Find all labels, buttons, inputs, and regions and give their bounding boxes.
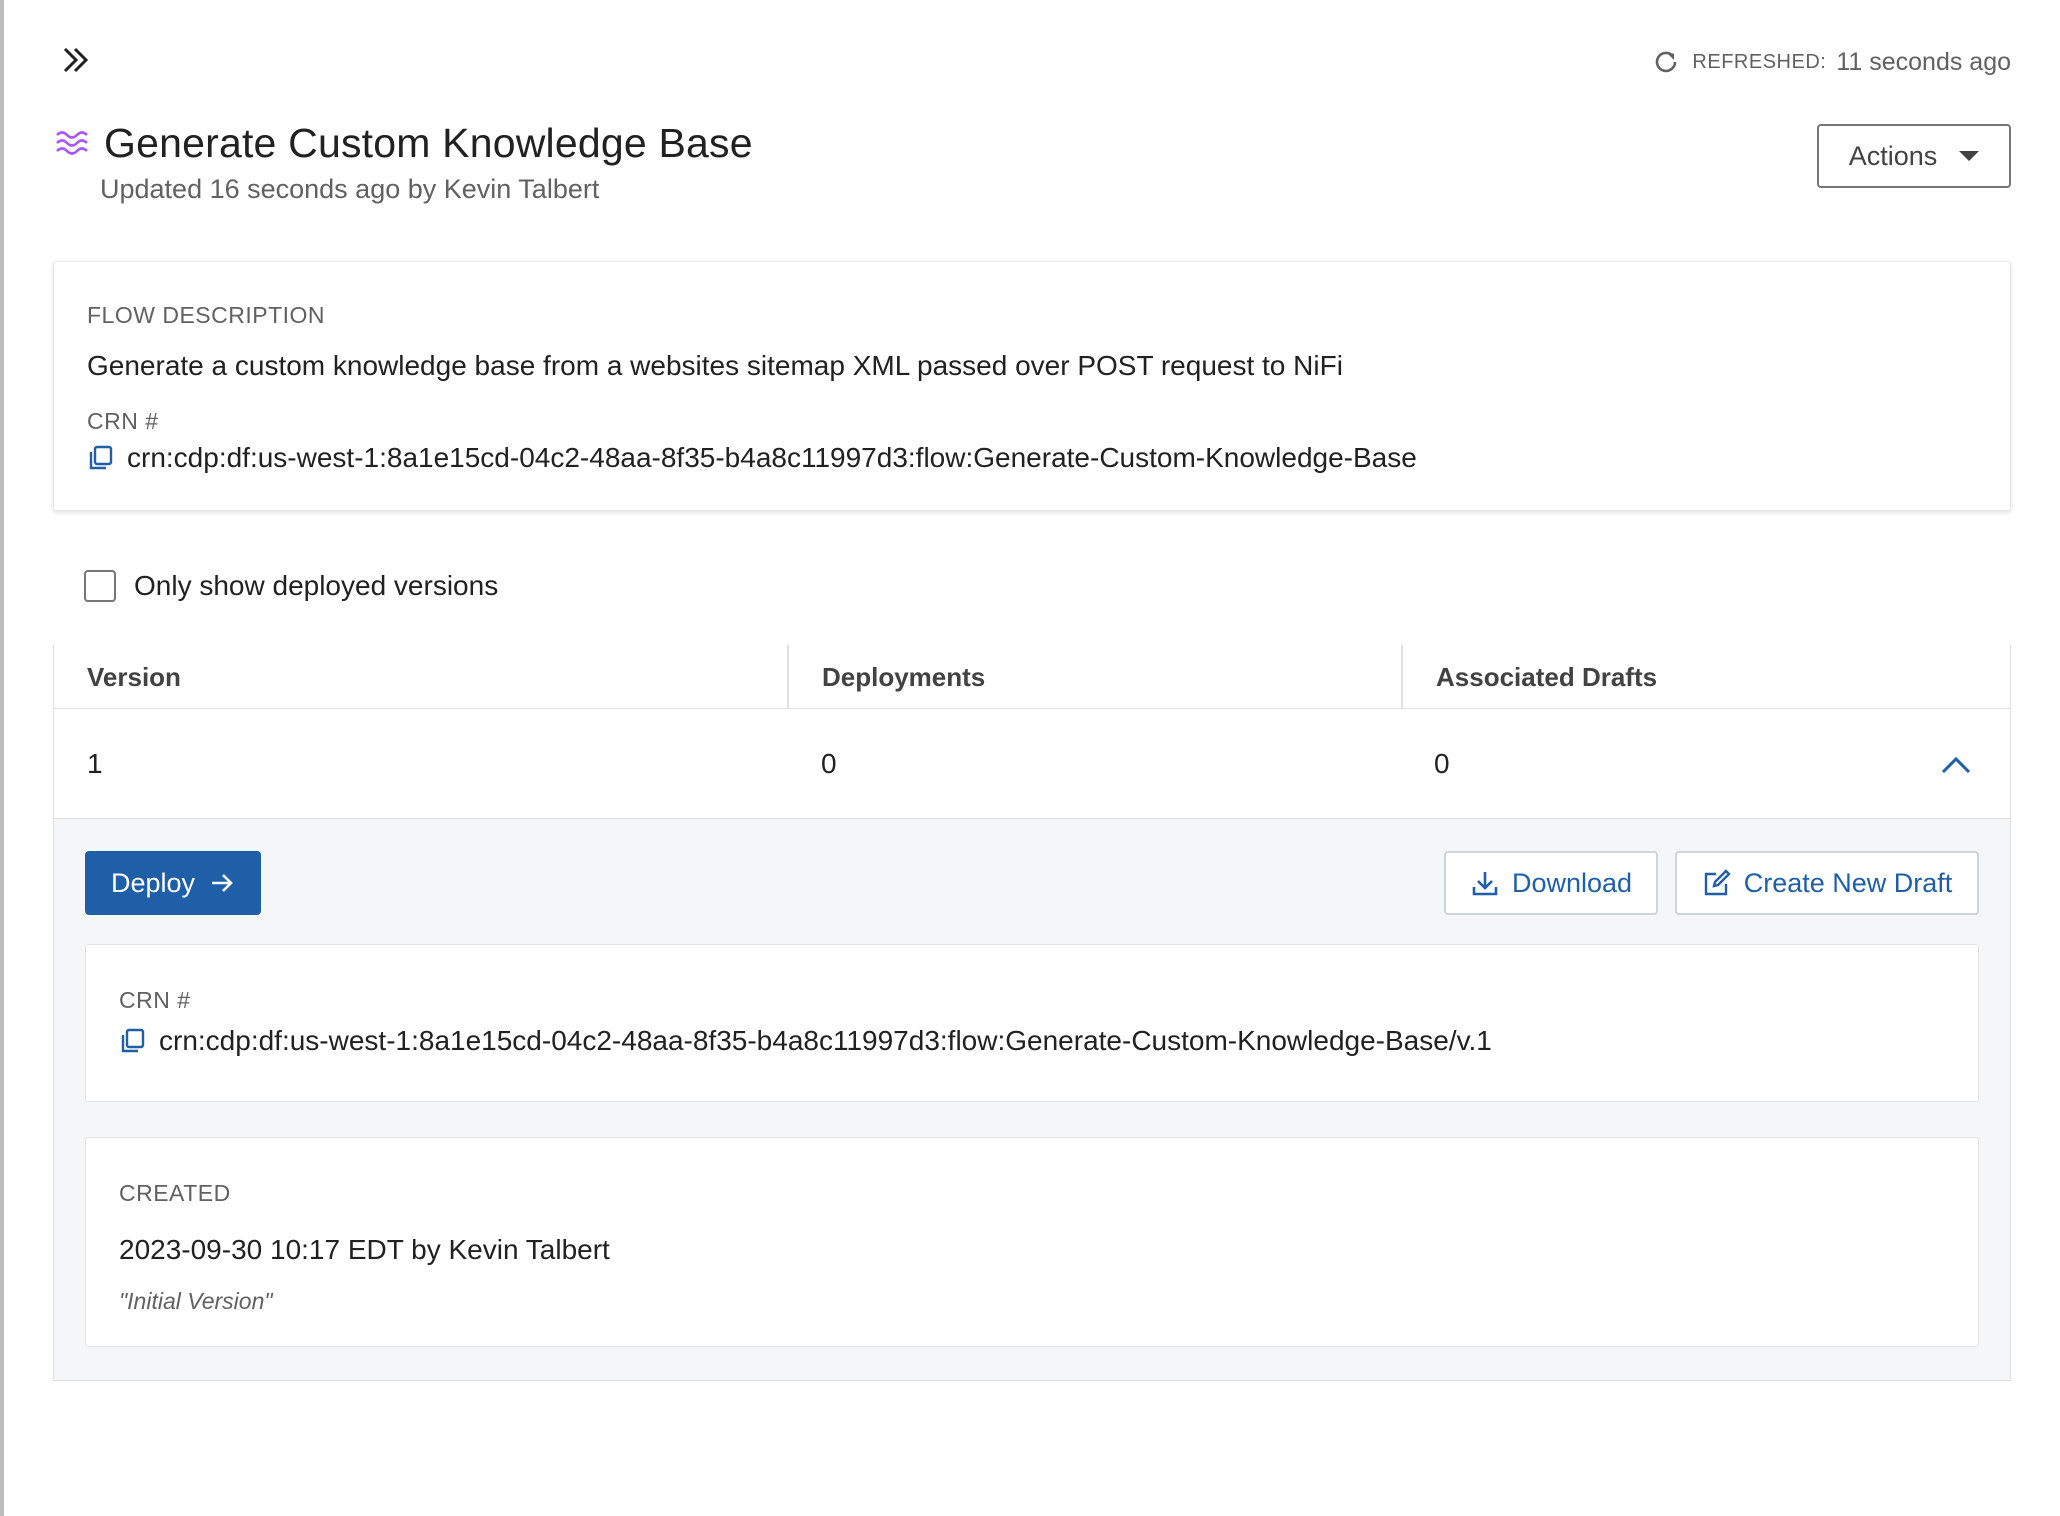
flow-crn-value: crn:cdp:df:us-west-1:8a1e15cd-04c2-48aa-… — [127, 442, 1417, 473]
version-crn-row: crn:cdp:df:us-west-1:8a1e15cd-04c2-48aa-… — [119, 1025, 1492, 1057]
created-text: 2023-09-30 10:17 EDT by Kevin Talbert — [119, 1234, 610, 1265]
actions-button-label: Actions — [1848, 140, 1938, 171]
create-new-draft-button[interactable]: Create New Draft — [1675, 851, 1979, 915]
cell-version: 1 — [87, 748, 103, 779]
versions-table: Version Deployments Associated Drafts 1 … — [53, 645, 2011, 1381]
deployed-filter: Only show deployed versions — [84, 570, 498, 602]
cell-associated-drafts: 0 — [1434, 748, 1450, 779]
flow-icon — [56, 130, 88, 155]
table-row[interactable]: 1 0 0 — [53, 709, 2011, 819]
edit-icon — [1704, 869, 1731, 896]
flow-details-page: REFRESHED: 11 seconds ago Generate Custo… — [0, 0, 2060, 1516]
table-header: Version Deployments Associated Drafts — [53, 645, 2011, 709]
refresh-status: REFRESHED: 11 seconds ago — [1650, 46, 2011, 78]
caret-down-icon — [1959, 151, 1980, 161]
created-card: CREATED 2023-09-30 10:17 EDT by Kevin Ta… — [85, 1137, 1979, 1347]
flow-description-card: FLOW DESCRIPTION Generate a custom knowl… — [53, 261, 2011, 511]
column-header-version[interactable]: Version — [54, 645, 789, 709]
only-deployed-checkbox[interactable] — [84, 570, 116, 602]
page-subtitle: Updated 16 seconds ago by Kevin Talbert — [100, 174, 600, 204]
column-header-associated-drafts[interactable]: Associated Drafts — [1403, 645, 2012, 709]
refresh-icon[interactable] — [1650, 46, 1682, 78]
copy-icon[interactable] — [87, 444, 115, 472]
created-note: "Initial Version" — [119, 1288, 273, 1314]
page-title: Generate Custom Knowledge Base — [104, 120, 753, 166]
arrow-right-icon — [212, 874, 233, 892]
download-button-label: Download — [1511, 867, 1633, 898]
crn-label: CRN # — [87, 408, 159, 434]
column-header-deployments[interactable]: Deployments — [789, 645, 1403, 709]
deploy-button[interactable]: Deploy — [85, 851, 261, 915]
version-crn-value: crn:cdp:df:us-west-1:8a1e15cd-04c2-48aa-… — [159, 1025, 1492, 1056]
copy-icon[interactable] — [119, 1027, 147, 1055]
create-new-draft-label: Create New Draft — [1743, 867, 1953, 898]
left-edge-border — [0, 0, 4, 1516]
download-icon — [1472, 872, 1498, 896]
version-crn-label: CRN # — [119, 987, 191, 1013]
title-row: Generate Custom Knowledge Base — [54, 120, 753, 167]
download-button[interactable]: Download — [1444, 851, 1658, 915]
flow-description-text: Generate a custom knowledge base from a … — [87, 350, 1343, 381]
deploy-button-label: Deploy — [110, 867, 196, 898]
refresh-label: REFRESHED: — [1692, 50, 1827, 73]
refresh-value: 11 seconds ago — [1836, 47, 2011, 76]
version-crn-card: CRN # crn:cdp:df:us-west-1:8a1e15cd-04c2… — [85, 944, 1979, 1102]
only-deployed-label[interactable]: Only show deployed versions — [134, 570, 498, 602]
flow-description-label: FLOW DESCRIPTION — [87, 302, 326, 328]
cell-deployments: 0 — [821, 748, 837, 779]
chevron-up-icon[interactable] — [1938, 747, 1974, 783]
expanded-version-panel: Deploy Download Create New Draft CRN # c… — [53, 819, 2011, 1381]
actions-button[interactable]: Actions — [1817, 124, 2011, 188]
flow-crn-row: crn:cdp:df:us-west-1:8a1e15cd-04c2-48aa-… — [87, 442, 1417, 474]
double-chevron-right-icon[interactable] — [56, 40, 96, 80]
created-label: CREATED — [119, 1180, 231, 1206]
